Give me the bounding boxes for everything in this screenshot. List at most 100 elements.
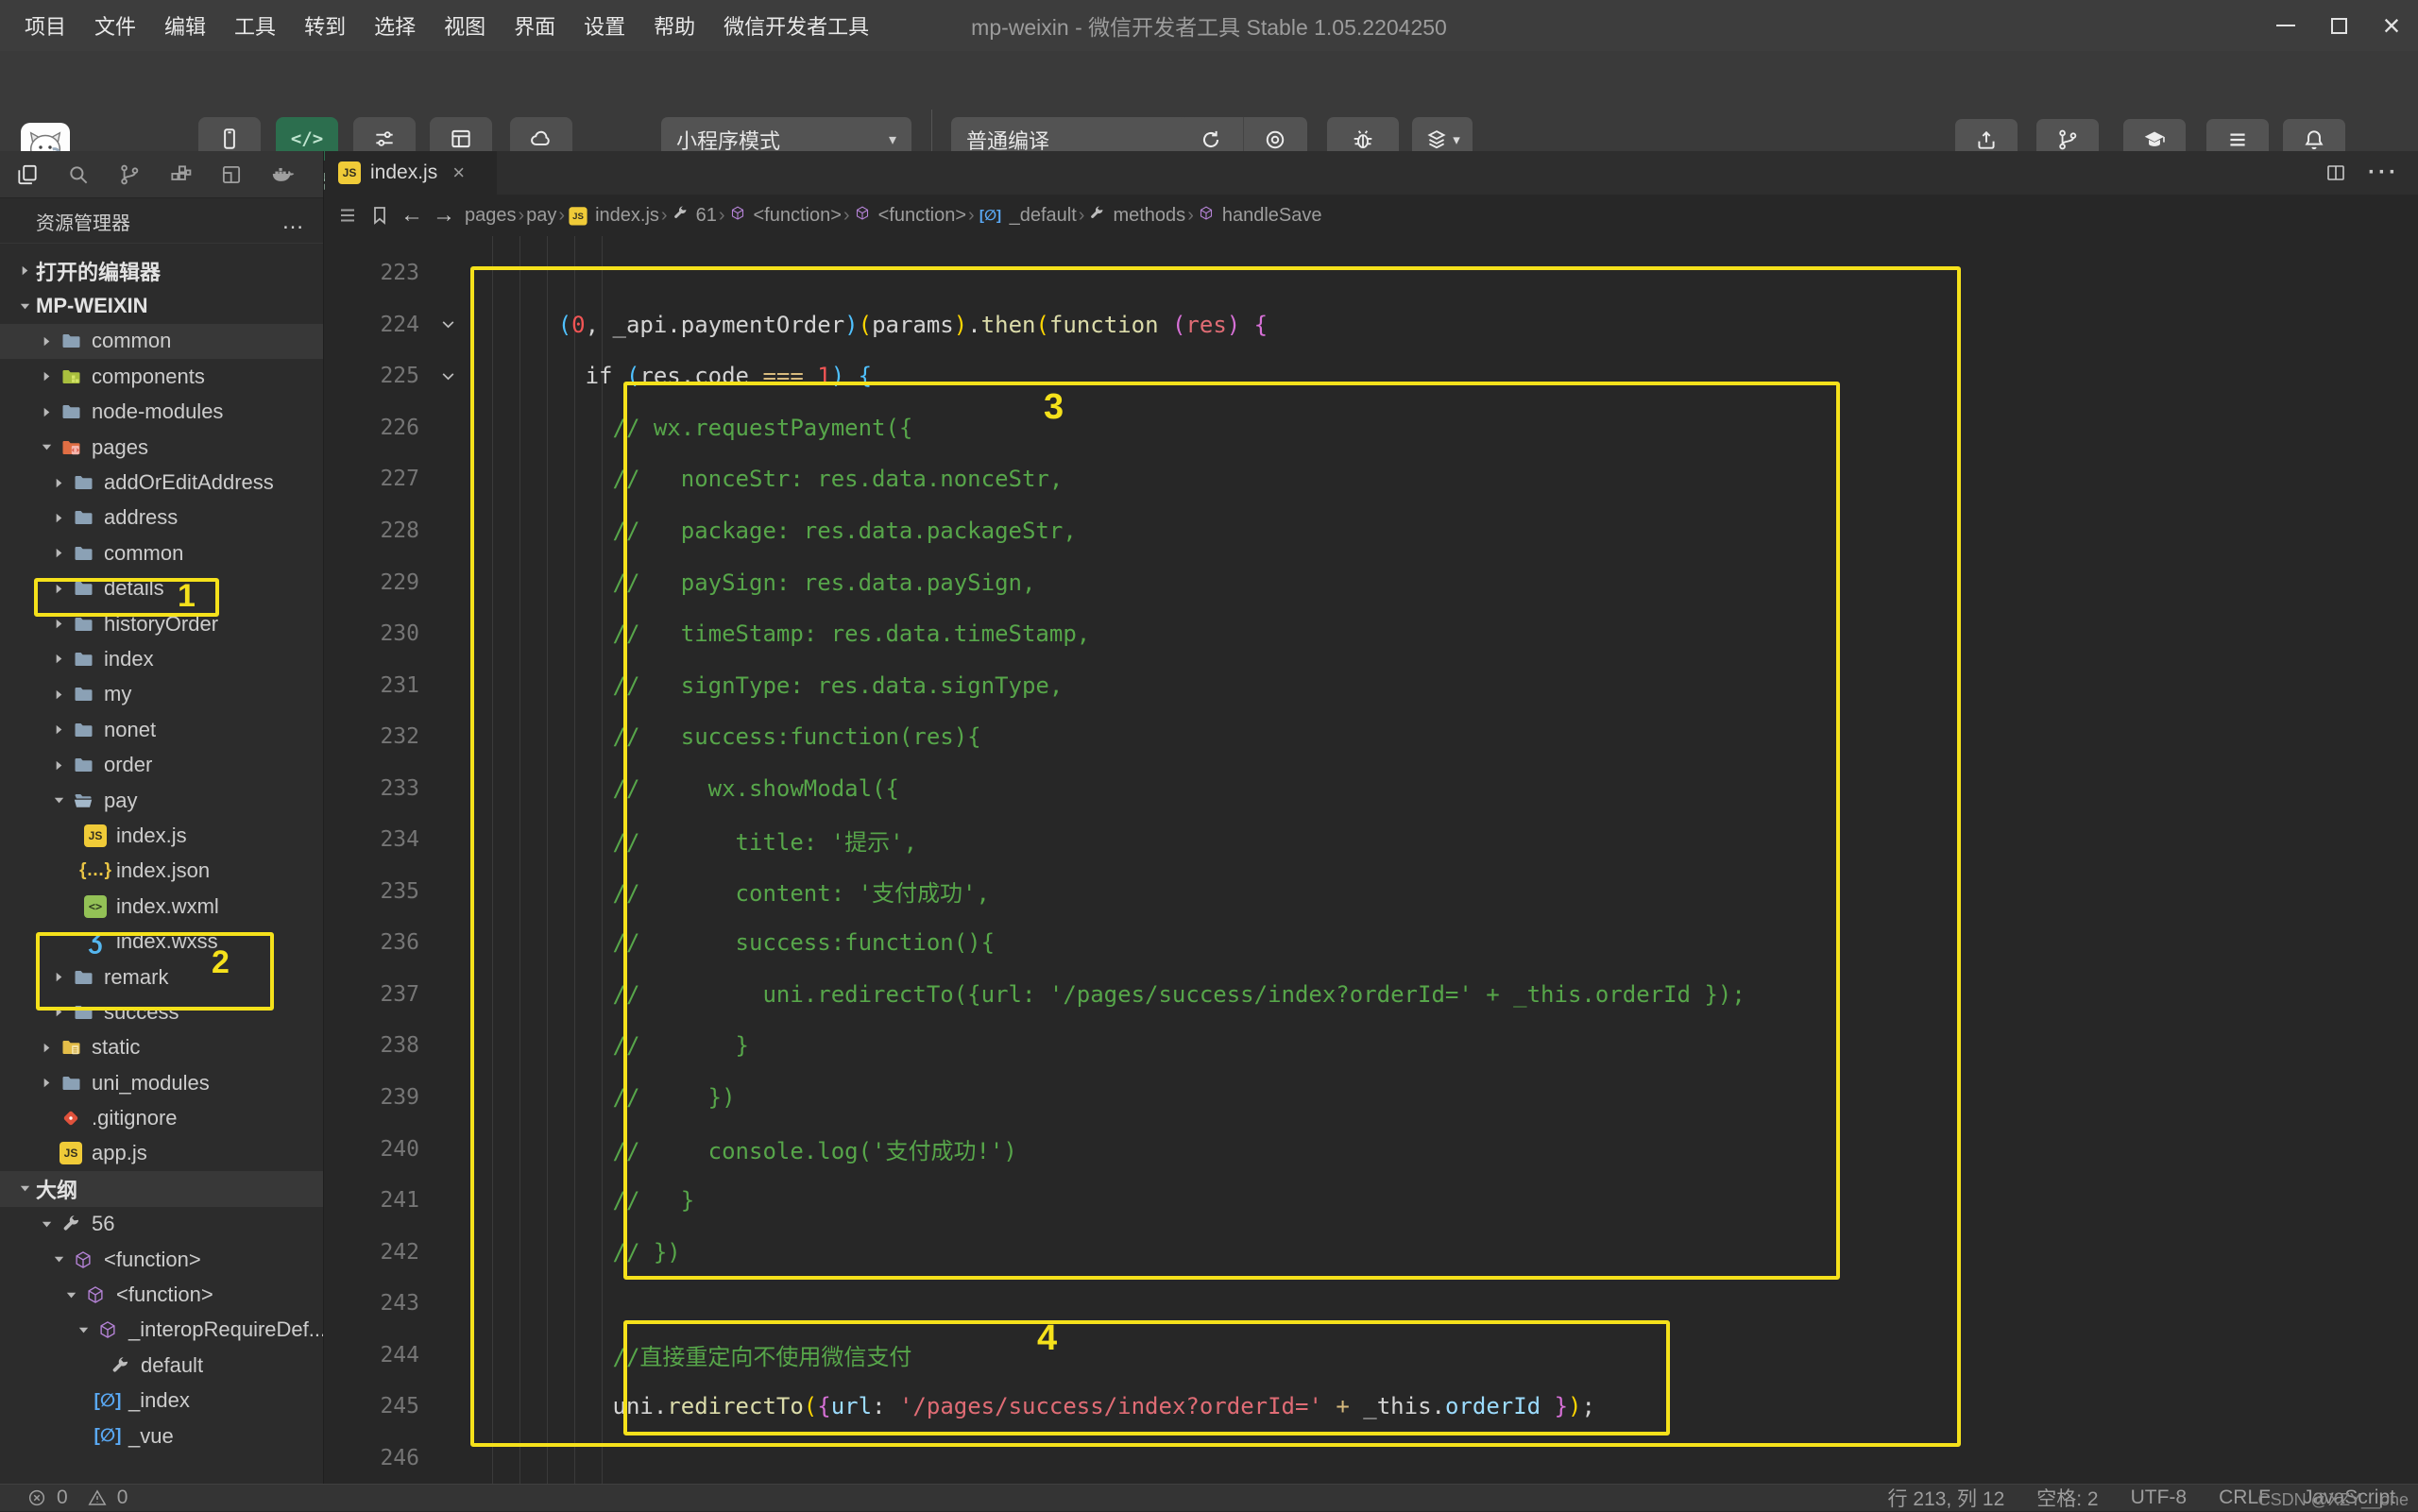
tree-row-label: components [92,365,205,389]
tree-row-.gitignore[interactable]: .gitignore [0,1100,323,1135]
code-line-238: 238 // } [325,1020,2418,1072]
line-number: 245 [325,1394,419,1419]
breadcrumb-item-7[interactable]: methods [1086,202,1185,229]
menu-item-帮助[interactable]: 帮助 [642,7,707,44]
tree-row-order[interactable]: order [0,747,323,782]
close-button[interactable]: × [2365,0,2418,51]
tree-row-pages[interactable]: pages [0,430,323,465]
code-text: // success:function(res){ [476,723,981,750]
menu-item-界面[interactable]: 界面 [502,7,567,44]
tree-row-56[interactable]: 56 [0,1207,323,1242]
chevron-right-icon [47,617,70,631]
breadcrumb-item-8[interactable]: handleSave [1196,202,1322,229]
minimize-button[interactable] [2259,0,2312,51]
wxss-file-icon: Ʒ [82,930,109,954]
outline-list-icon[interactable] [336,204,359,227]
code-text: // uni.redirectTo({url: '/pages/success/… [476,981,1745,1008]
git-branch-icon[interactable] [117,162,142,187]
tree-row-components[interactable]: components [0,359,323,394]
warning-count: 0 [117,1487,128,1509]
fold-marker-icon[interactable] [419,368,476,384]
menu-item-转到[interactable]: 转到 [293,7,357,44]
menu-item-项目[interactable]: 项目 [13,7,77,44]
notebook-icon[interactable] [219,162,244,187]
problems-status[interactable]: 00 [0,1487,137,1509]
tree-row-remark[interactable]: remark [0,960,323,994]
line-number: 236 [325,930,419,955]
code-text: // content: '支付成功', [476,875,990,908]
tree-row-function[interactable]: <function> [0,1242,323,1277]
tree-row-index.wxss[interactable]: Ʒindex.wxss [0,924,323,959]
tab-close-icon[interactable]: × [452,161,465,185]
code-line-244: 244 //直接重定向不使用微信支付 [325,1329,2418,1381]
nav-forward-icon[interactable]: → [433,202,455,229]
tree-row-details[interactable]: details [0,571,323,606]
tree-row-pay[interactable]: pay [0,783,323,818]
more-actions-icon[interactable]: … [281,209,306,235]
more-actions-icon[interactable]: ··· [2368,160,2399,186]
breadcrumb-item-1[interactable]: pay [526,205,556,227]
status-item[interactable]: 空格: 2 [2036,1484,2098,1512]
tree-row-success[interactable]: success [0,994,323,1029]
breadcrumb-item-0[interactable]: pages [465,205,517,227]
menu-item-编辑[interactable]: 编辑 [153,7,217,44]
code-text: // package: res.data.packageStr, [476,518,1077,544]
breadcrumb-item-3[interactable]: 61 [670,202,717,229]
docker-icon[interactable] [270,162,295,187]
tree-row-node-modules[interactable]: node-modules [0,395,323,430]
tree-row-addOrEditAddress[interactable]: addOrEditAddress [0,465,323,500]
tree-row-address[interactable]: address [0,501,323,535]
menu-item-工具[interactable]: 工具 [223,7,287,44]
tab-index-js[interactable]: JS index.js × [325,151,497,195]
tree-row-static[interactable]: static [0,1030,323,1065]
menu-item-文件[interactable]: 文件 [83,7,147,44]
extensions-icon[interactable] [168,162,193,187]
breadcrumb-item-2[interactable]: JSindex.js [567,204,659,228]
tree-row-app.js[interactable]: JSapp.js [0,1136,323,1171]
status-item[interactable]: 行 213, 列 12 [1888,1484,2005,1512]
watermark: CSDN @XZY__one [2258,1490,2409,1510]
breadcrumb-item-5[interactable]: <function> [852,202,966,229]
bookmark-icon[interactable] [368,204,391,227]
split-editor-icon[interactable] [2324,161,2347,184]
menu-item-视图[interactable]: 视图 [433,7,497,44]
tree-row-index[interactable]: index [0,641,323,676]
tree-row-index.wxml[interactable]: <>index.wxml [0,889,323,924]
tree-row-_vue[interactable]: [∅]_vue [0,1419,323,1453]
tree-row-uni_modules[interactable]: uni_modules [0,1065,323,1100]
breadcrumb-wrench-icon [672,205,689,226]
breadcrumb-separator: › [1079,205,1085,227]
tree-row-MP-WEIXIN[interactable]: MP-WEIXIN [0,288,323,323]
breadcrumb-label: pay [526,205,556,227]
fold-marker-icon[interactable] [419,316,476,332]
tree-row-function[interactable]: <function> [0,1277,323,1312]
tree-row-大纲[interactable]: 大纲 [0,1171,323,1206]
menu-item-选择[interactable]: 选择 [363,7,427,44]
folder-icon [70,754,96,776]
tree-row-default[interactable]: default [0,1348,323,1383]
files-icon[interactable] [15,162,40,187]
tree-row-index.json[interactable]: {…}index.json [0,854,323,889]
tree-row-nonet[interactable]: nonet [0,712,323,747]
code-text: // paySign: res.data.paySign, [476,569,1035,596]
tree-row-_index[interactable]: [∅]_index [0,1384,323,1419]
breadcrumb-item-4[interactable]: <function> [727,202,842,229]
breadcrumb-item-6[interactable]: [∅]_default [977,205,1077,227]
tree-row-打开的编辑器[interactable]: 打开的编辑器 [0,253,323,288]
tree-row-common[interactable]: common [0,535,323,570]
nav-back-icon[interactable]: ← [400,202,423,229]
tree-row-index.js[interactable]: JSindex.js [0,818,323,853]
tree-row-my[interactable]: my [0,677,323,712]
tree-row-_interopRequireDef...[interactable]: _interopRequireDef... [0,1313,323,1348]
maximize-button[interactable] [2312,0,2365,51]
menu-item-微信开发者工具[interactable]: 微信开发者工具 [712,7,880,44]
code-area[interactable]: 223224 (0, _api.paymentOrder)(params).th… [325,236,2418,1484]
tree-row-common[interactable]: common [0,324,323,359]
menu-item-设置[interactable]: 设置 [572,7,637,44]
annotation-label-1: 1 [178,578,196,615]
search-icon[interactable] [66,162,91,187]
code-text: (0, _api.paymentOrder)(params).then(func… [476,312,1268,338]
status-item[interactable]: UTF-8 [2131,1487,2188,1509]
code-text: if (res.code === 1) { [476,363,872,389]
tree-row-historyOrder[interactable]: historyOrder [0,606,323,641]
